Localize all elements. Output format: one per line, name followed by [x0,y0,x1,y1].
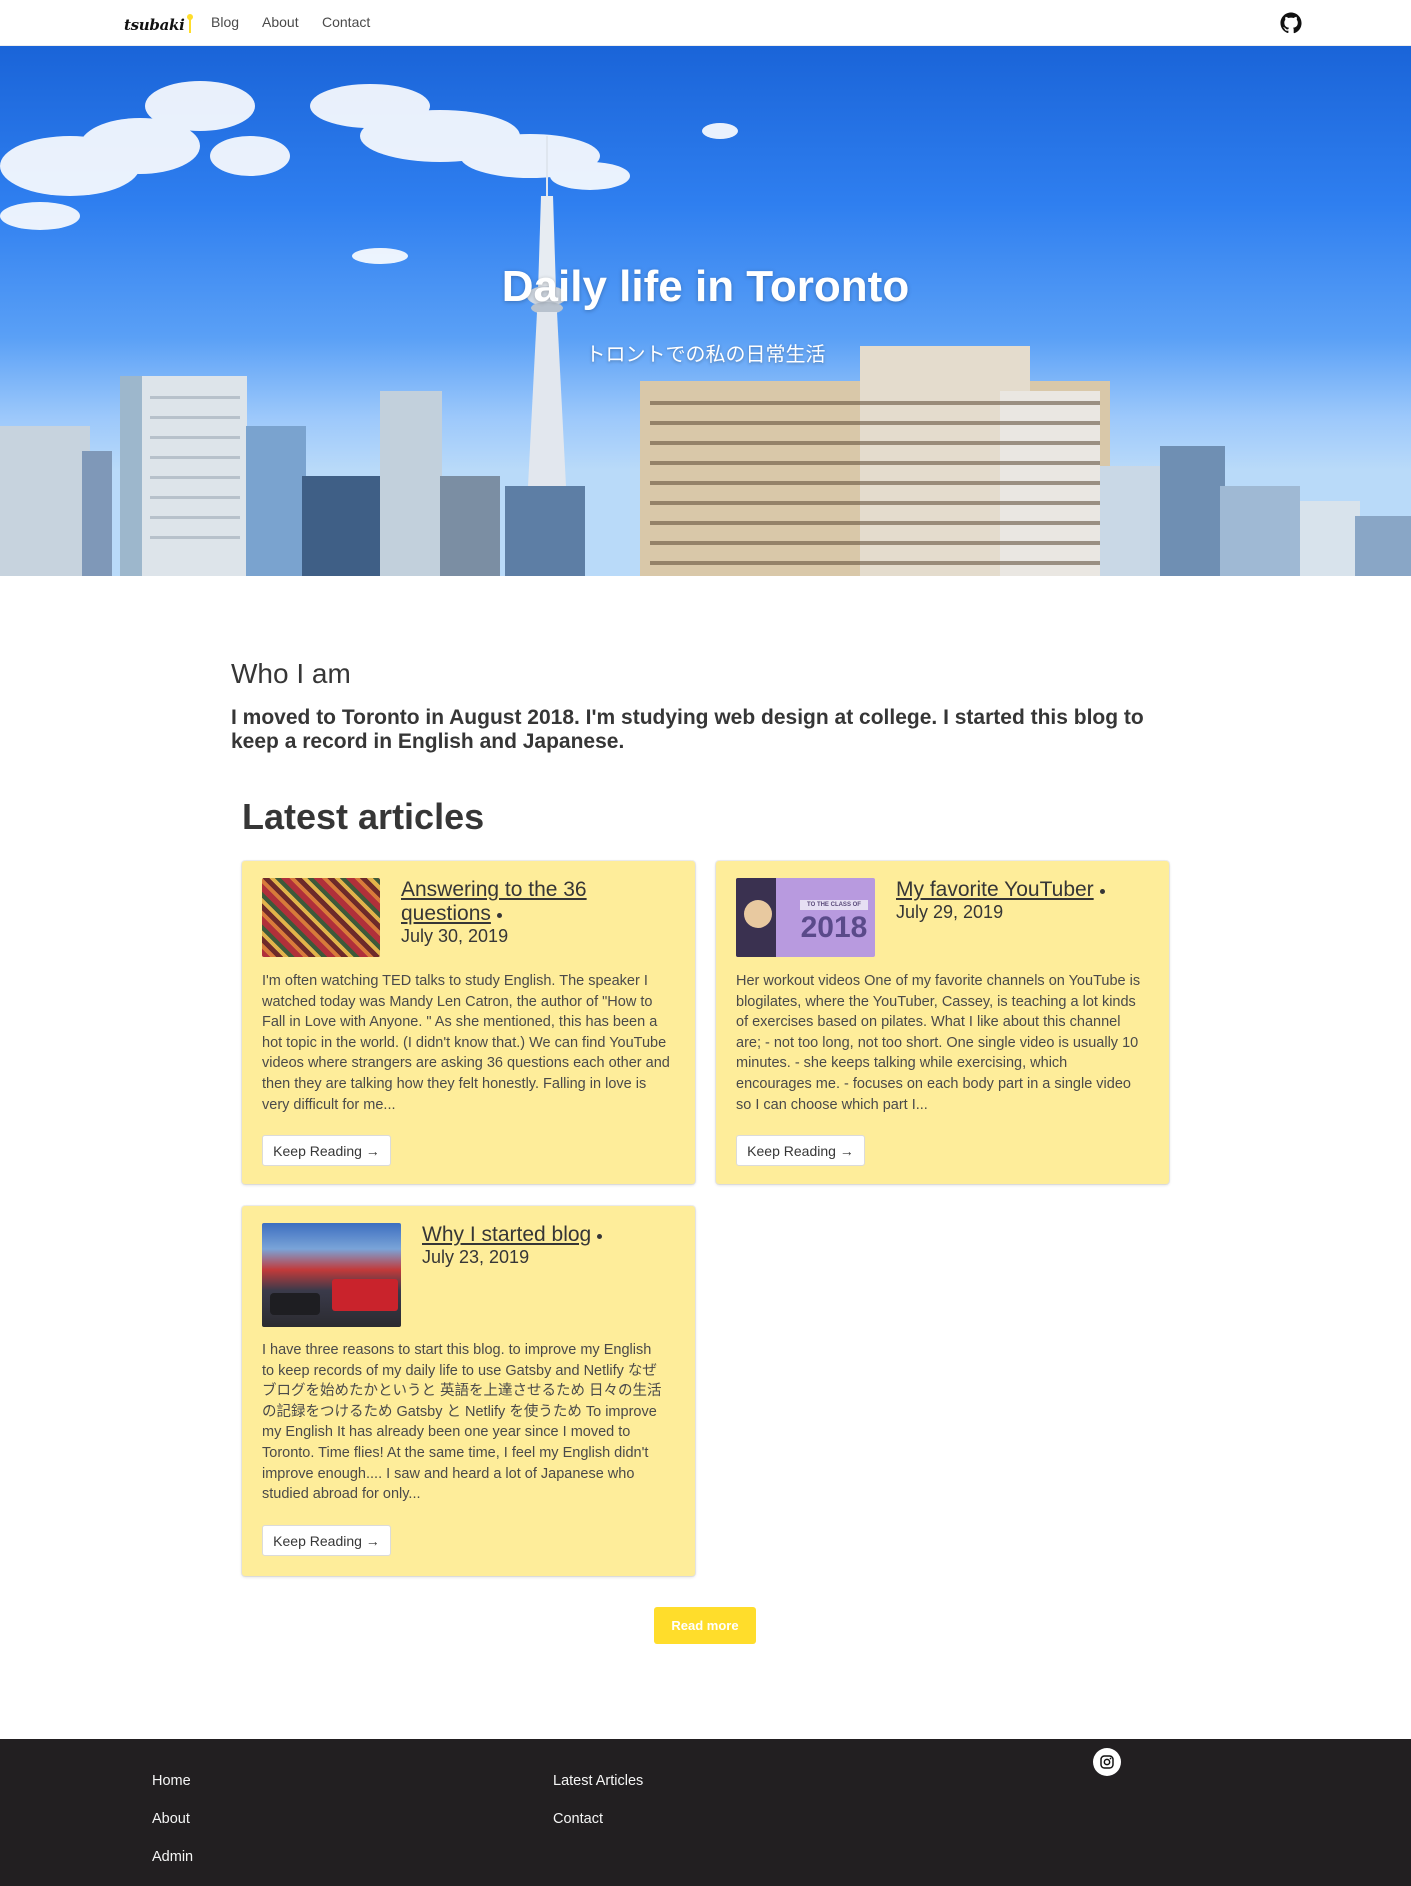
read-more-button[interactable]: Read more [654,1607,756,1644]
article-date: July 30, 2019 [401,926,509,946]
article-card: Answering to the 36 questions July 30, 2… [242,861,695,1184]
thumbnail-text: TO THE CLASS OF [800,900,868,910]
article-thumbnail[interactable] [262,1223,401,1327]
footer [0,1739,1411,1886]
article-title-link[interactable]: Answering to the 36 questions [401,878,661,926]
keep-reading-button[interactable]: Keep Reading → [736,1135,865,1166]
footer-link-about[interactable]: About [152,1811,190,1827]
footer-link-home[interactable]: Home [152,1773,191,1789]
instagram-icon[interactable] [1093,1748,1121,1776]
footer-link-admin[interactable]: Admin [152,1849,193,1865]
intro-heading: Who I am [231,658,351,689]
hero-subtitle: トロントでの私の日常生活 [585,344,826,366]
thumbnail-year: 2018 [800,911,868,944]
article-date: July 29, 2019 [896,902,1004,922]
keep-reading-button[interactable]: Keep Reading → [262,1135,391,1166]
nav-link-about[interactable]: About [262,14,299,30]
article-excerpt: Her workout videos One of my favorite ch… [736,973,1141,1113]
nav-link-blog[interactable]: Blog [211,14,239,30]
article-card: TO THE CLASS OF 2018 My favorite YouTube… [716,861,1169,1184]
article-thumbnail[interactable] [262,878,380,957]
navbar: tsubaki Blog About Contact [0,0,1411,46]
keep-reading-button[interactable]: Keep Reading → [262,1525,391,1556]
latest-articles-heading: Latest articles [242,796,485,837]
nav-link-contact[interactable]: Contact [322,14,370,30]
article-card: Why I started blog July 23, 2019 I have … [242,1206,695,1576]
article-thumbnail[interactable]: TO THE CLASS OF 2018 [736,878,875,957]
hero-banner: Daily life in Toronto トロントでの私の日常生活 [0,46,1411,576]
key-icon [186,14,194,34]
article-date: July 23, 2019 [422,1247,530,1267]
article-title-link[interactable]: Why I started blog [422,1223,682,1247]
hero-title: Daily life in Toronto [501,262,910,311]
intro-text: I moved to Toronto in August 2018. I'm s… [231,706,1144,753]
brand-logo[interactable]: tsubaki [124,10,194,34]
article-excerpt: I'm often watching TED talks to study En… [262,973,670,1113]
footer-link-contact[interactable]: Contact [553,1811,603,1827]
brand-name: tsubaki [124,16,185,34]
footer-link-latest-articles[interactable]: Latest Articles [553,1773,643,1789]
github-icon[interactable] [1280,12,1302,34]
article-excerpt: I have three reasons to start this blog.… [262,1342,662,1503]
article-title-link[interactable]: My favorite YouTuber [896,878,1156,902]
